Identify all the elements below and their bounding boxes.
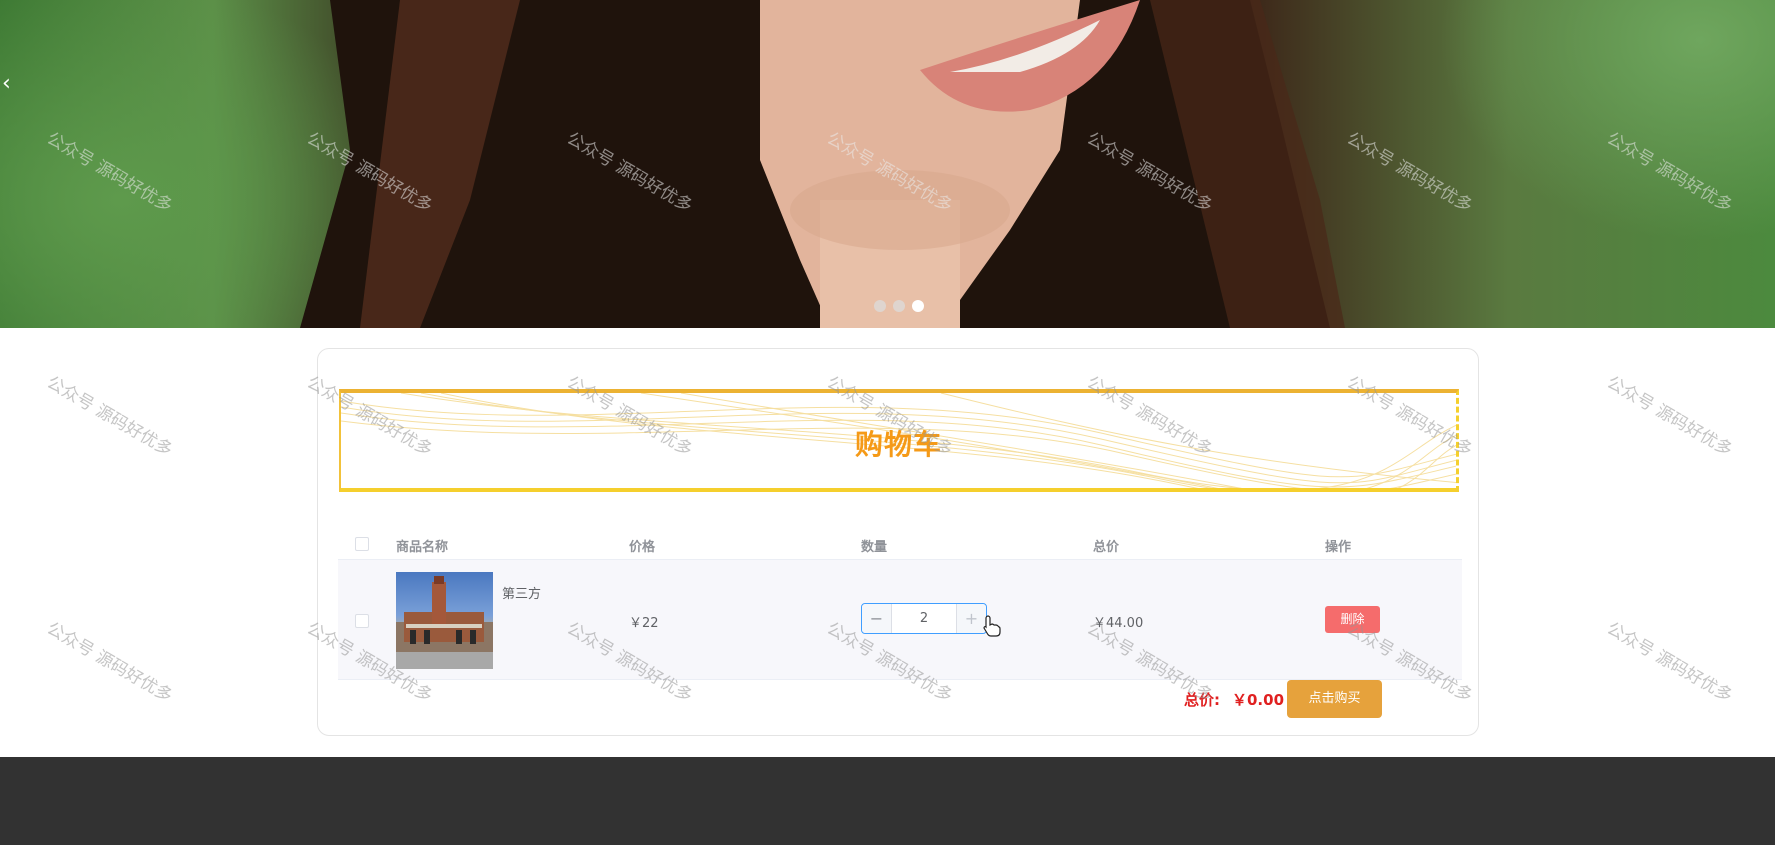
header-quantity: 数量 (861, 540, 888, 555)
increase-quantity-button[interactable]: + (956, 604, 986, 633)
quantity-input[interactable] (892, 604, 956, 633)
select-all-checkbox[interactable] (355, 537, 369, 551)
hand-pointer-icon (983, 615, 1001, 637)
watermark: 公众号 源码好优多 (43, 372, 176, 461)
buy-button[interactable]: 点击购买 (1287, 680, 1382, 718)
cart-title: 购物车 (854, 428, 942, 461)
carousel-image (300, 0, 1345, 328)
cart-panel: 购物车 商品名称 价格 数量 总价 操作 第三方 ￥22 − 2 + ￥44.0… (317, 348, 1479, 736)
carousel-dot-2[interactable] (893, 300, 905, 312)
delete-button[interactable]: 删除 (1325, 606, 1380, 633)
header-product-name: 商品名称 (396, 540, 449, 555)
cart-title-banner: 购物车 (339, 389, 1459, 492)
total-label: 总价: (1184, 691, 1220, 709)
page-footer (0, 757, 1775, 845)
product-price: ￥22 (629, 616, 659, 631)
product-thumbnail[interactable] (396, 572, 493, 669)
table-row: 第三方 ￥22 − + ￥44.00 删除 (338, 559, 1462, 680)
product-name: 第三方 (502, 587, 542, 602)
row-select-checkbox[interactable] (355, 614, 369, 628)
decrease-quantity-button[interactable]: − (862, 604, 892, 633)
carousel-banner: ‹ (0, 0, 1775, 328)
carousel-dot-3[interactable] (912, 300, 924, 312)
watermark: 公众号 源码好优多 (1603, 372, 1736, 461)
quantity-stepper: − + (861, 603, 987, 634)
product-subtotal: ￥44.00 (1093, 616, 1144, 631)
carousel-indicators (874, 300, 924, 312)
watermark: 公众号 源码好优多 (43, 618, 176, 707)
header-price: 价格 (629, 540, 656, 555)
header-total: 总价 (1093, 540, 1120, 555)
carousel-dot-1[interactable] (874, 300, 886, 312)
chevron-left-icon[interactable]: ‹ (2, 70, 16, 98)
total-value: ￥0.00 (1232, 691, 1285, 709)
watermark: 公众号 源码好优多 (1603, 618, 1736, 707)
header-actions: 操作 (1325, 540, 1352, 555)
